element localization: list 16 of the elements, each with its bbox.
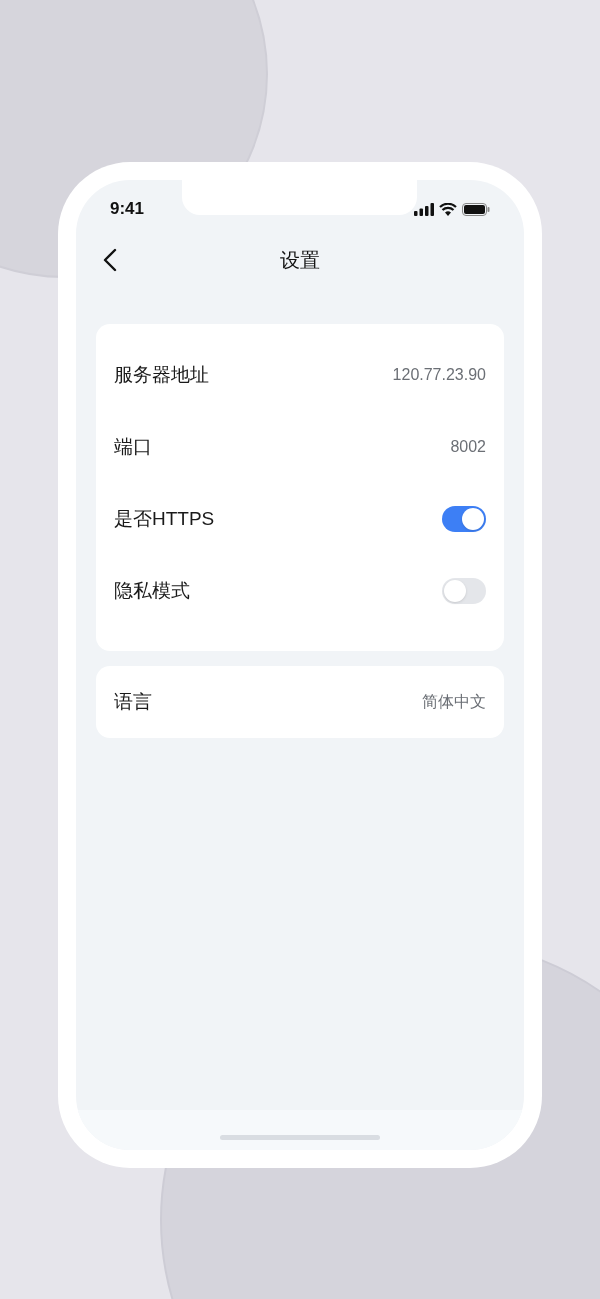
setting-label: 隐私模式 [114, 578, 190, 603]
setting-value[interactable]: 8002 [450, 435, 486, 459]
setting-value[interactable]: 简体中文 [422, 690, 486, 714]
setting-value[interactable]: 120.77.23.90 [392, 363, 486, 387]
setting-label: 语言 [114, 689, 152, 714]
toggle-switch[interactable] [442, 506, 486, 532]
setting-label: 端口 [114, 434, 152, 459]
signal-icon [414, 202, 434, 216]
battery-icon [462, 202, 490, 216]
toggle-switch[interactable] [442, 578, 486, 604]
setting-label: 是否HTTPS [114, 506, 215, 531]
page-title: 设置 [280, 248, 320, 273]
wifi-icon [439, 202, 457, 216]
status-time: 9:41 [110, 198, 145, 221]
setting-label: 服务器地址 [114, 362, 209, 387]
back-icon [103, 248, 117, 272]
